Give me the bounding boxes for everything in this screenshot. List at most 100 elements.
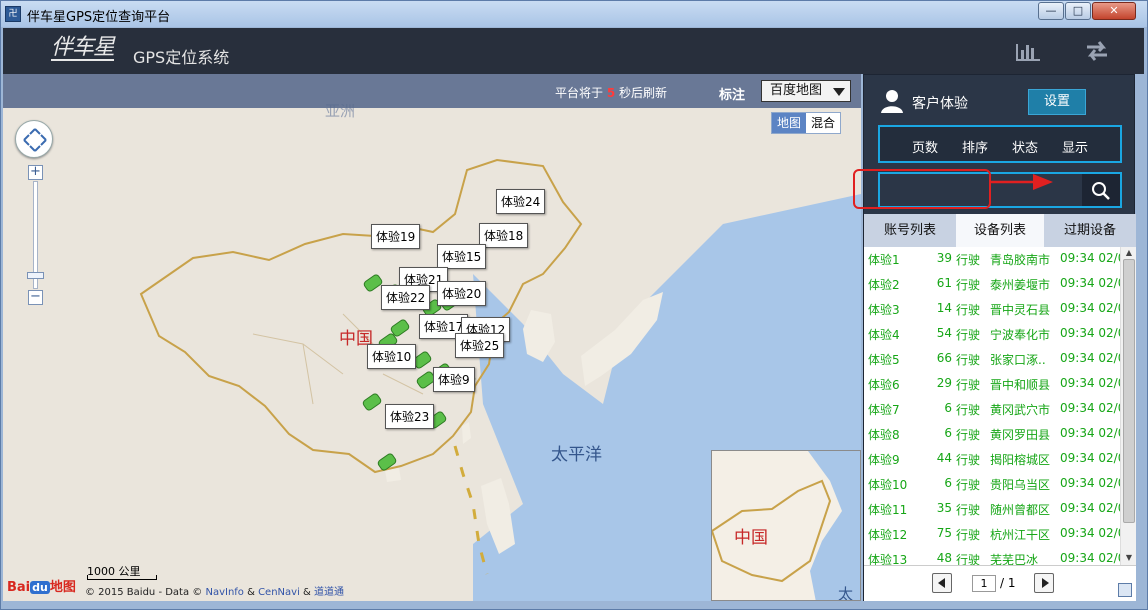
list-scrollbar[interactable]: ▲ ▼ (1120, 247, 1136, 565)
tab-expired-devices[interactable]: 过期设备 (1044, 214, 1136, 247)
mark-label: 标注 (719, 88, 746, 103)
device-row[interactable]: 体验10 6 行驶 贵阳乌当区 09:34 02/0 (864, 472, 1122, 497)
zoom-out-button[interactable]: − (28, 290, 43, 305)
account-name: 客户体验 (912, 96, 968, 112)
device-row[interactable]: 体验2 61 行驶 泰州姜堰市 09:34 02/0 (864, 272, 1122, 297)
device-location: 晋中和顺县 (990, 378, 1051, 392)
device-status: 行驶 (956, 403, 981, 417)
map-view[interactable]: 亚洲 中国 太平洋 平台将于 5 秒后刷新 标注 百度地图 地图混合 + − (3, 74, 861, 601)
zoom-slider-thumb[interactable] (27, 272, 44, 279)
scale-bar (87, 575, 157, 580)
device-row[interactable]: 体验11 35 行驶 随州曾都区 09:34 02/0 (864, 497, 1122, 522)
daodaotong-link[interactable]: 道道通 (314, 587, 344, 598)
device-row[interactable]: 体验3 14 行驶 晋中灵石县 09:34 02/0 (864, 297, 1122, 322)
filter-status[interactable]: 状态 (1012, 137, 1038, 156)
vehicle-label[interactable]: 体验9 (433, 367, 475, 392)
vehicle-label[interactable]: 体验19 (371, 224, 421, 249)
device-status: 行驶 (956, 428, 981, 442)
close-button[interactable]: ✕ (1092, 2, 1136, 20)
overview-minimap[interactable]: 中国 太 (711, 450, 861, 601)
next-page-button[interactable] (1034, 573, 1054, 593)
device-status: 行驶 (956, 303, 981, 317)
minimap-china-label: 中国 (734, 528, 768, 548)
app-header: 伴车星 GPS定位系统 (3, 28, 1144, 74)
device-row[interactable]: 体验12 75 行驶 杭州江干区 09:34 02/0 (864, 522, 1122, 547)
device-time: 09:34 02/0 (1060, 426, 1122, 440)
device-location: 揭阳榕城区 (990, 453, 1051, 467)
vehicle-label[interactable]: 体验25 (455, 333, 505, 358)
device-location: 黄冈罗田县 (990, 428, 1051, 442)
zoom-in-button[interactable]: + (28, 165, 43, 180)
device-name: 体验11 (868, 503, 908, 517)
user-icon (881, 90, 903, 113)
device-name: 体验3 (868, 303, 900, 317)
scroll-down-icon[interactable]: ▼ (1123, 553, 1135, 563)
settings-button[interactable]: 设置 (1028, 89, 1086, 115)
vehicle-label[interactable]: 体验24 (496, 189, 546, 214)
device-speed: 29 (936, 376, 952, 390)
search-button[interactable] (1082, 174, 1120, 206)
maximize-button[interactable]: □ (1065, 2, 1091, 20)
device-time: 09:34 02/0 (1060, 501, 1122, 515)
map-type-switch[interactable]: 地图 混合 (771, 112, 842, 134)
vehicle-label[interactable]: 体验15 (437, 244, 487, 269)
map-copyright: © 2015 Baidu - Data © NavInfo & CenNavi … (85, 587, 345, 598)
vehicle-label[interactable]: 体验22 (381, 285, 431, 310)
device-row[interactable]: 体验13 48 行驶 芜芜巴冰 09:34 02/0 (864, 547, 1122, 565)
resize-grip-icon[interactable] (1118, 583, 1132, 597)
pan-arrows-icon (23, 128, 47, 152)
pagination: 1 / 1 (864, 565, 1136, 601)
map-type-mixed[interactable]: 混合 (806, 113, 840, 133)
device-row[interactable]: 体验6 29 行驶 晋中和顺县 09:34 02/0 (864, 372, 1122, 397)
map-source-select[interactable]: 百度地图 (761, 80, 851, 102)
device-row[interactable]: 体验9 44 行驶 揭阳榕城区 09:34 02/0 (864, 447, 1122, 472)
vehicle-label[interactable]: 体验20 (437, 281, 487, 306)
device-row[interactable]: 体验1 39 行驶 青岛胶南市 09:34 02/0 (864, 247, 1122, 272)
minimap-canvas: 中国 太 (712, 451, 860, 600)
device-location: 宁波奉化市 (990, 328, 1051, 342)
swap-arrows-icon[interactable] (1083, 39, 1111, 63)
map-toolbar: 平台将于 5 秒后刷新 标注 百度地图 (3, 74, 861, 108)
device-name: 体验8 (868, 428, 900, 442)
prev-page-button[interactable] (932, 573, 952, 593)
cennavi-link[interactable]: CenNavi (258, 587, 300, 598)
device-time: 09:34 02/0 (1060, 351, 1122, 365)
vehicle-label[interactable]: 体验23 (385, 404, 435, 429)
filter-sort[interactable]: 排序 (962, 137, 988, 156)
filter-display[interactable]: 显示 (1062, 137, 1088, 156)
tab-account-list[interactable]: 账号列表 (864, 214, 956, 247)
system-name: GPS定位系统 (133, 48, 230, 67)
filter-pages[interactable]: 页数 (912, 137, 938, 156)
pacific-label: 太平洋 (551, 445, 602, 465)
device-speed: 61 (936, 276, 952, 290)
device-location: 黄冈武穴市 (990, 403, 1051, 417)
device-row[interactable]: 体验8 6 行驶 黄冈罗田县 09:34 02/0 (864, 422, 1122, 447)
device-name: 体验9 (868, 453, 900, 467)
device-time: 09:34 02/0 (1060, 276, 1122, 290)
bar-chart-icon[interactable] (1015, 40, 1041, 62)
refresh-countdown: 平台将于 5 秒后刷新 (555, 86, 668, 100)
tab-device-list[interactable]: 设备列表 (956, 214, 1044, 247)
scroll-up-icon[interactable]: ▲ (1123, 248, 1135, 258)
device-row[interactable]: 体验7 6 行驶 黄冈武穴市 09:34 02/0 (864, 397, 1122, 422)
brand-logo: 伴车星 (51, 35, 115, 61)
device-name: 体验7 (868, 403, 900, 417)
page-number-input[interactable]: 1 (972, 575, 996, 592)
vehicle-label[interactable]: 体验18 (479, 223, 529, 248)
vehicle-label[interactable]: 体验10 (367, 344, 417, 369)
pan-control[interactable] (15, 120, 53, 158)
map-type-map[interactable]: 地图 (772, 113, 807, 133)
navinfo-link[interactable]: NavInfo (205, 587, 243, 598)
device-row[interactable]: 体验4 54 行驶 宁波奉化市 09:34 02/0 (864, 322, 1122, 347)
minimize-button[interactable]: — (1038, 2, 1064, 20)
scrollbar-thumb[interactable] (1123, 259, 1135, 523)
device-speed: 39 (936, 251, 952, 265)
title-bar[interactable]: 卍 伴车星GPS定位查询平台 — □ ✕ (1, 1, 1147, 27)
device-location: 贵阳乌当区 (990, 478, 1051, 492)
device-list: 体验1 39 行驶 青岛胶南市 09:34 02/0 体验2 61 行驶 泰州姜堰市 09:34 … (864, 247, 1136, 565)
baidu-logo: Bai du 地图 (7, 580, 76, 595)
device-row[interactable]: 体验5 66 行驶 张家口涿.. 09:34 02/0 (864, 347, 1122, 372)
window-title: 伴车星GPS定位查询平台 (27, 10, 171, 25)
device-time: 09:34 02/0 (1060, 251, 1122, 265)
device-speed: 44 (936, 451, 952, 465)
